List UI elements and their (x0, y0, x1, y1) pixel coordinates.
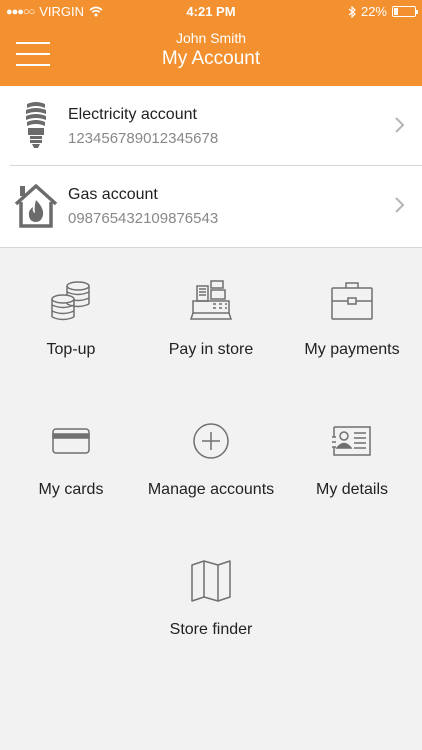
my-cards-tile[interactable]: My cards (1, 389, 141, 529)
plus-circle-icon (193, 423, 229, 459)
account-number: 098765432109876543 (68, 210, 219, 227)
actions-grid: Top-up Pay in store My payments My cards (0, 249, 422, 750)
account-number: 123456789012345678 (68, 130, 219, 147)
tile-label: Manage accounts (147, 481, 275, 498)
map-icon (191, 560, 231, 602)
nav-bar: John Smith My Account (0, 24, 422, 86)
my-details-tile[interactable]: My details (282, 389, 422, 529)
tile-label: My payments (304, 341, 400, 358)
lightbulb-icon (26, 102, 46, 148)
user-name: John Smith (175, 30, 247, 46)
accounts-list: Electricity account 123456789012345678 G… (0, 86, 422, 248)
account-name: Electricity account (68, 106, 197, 123)
tile-label: Top-up (46, 341, 96, 358)
tile-label: Pay in store (168, 341, 254, 358)
electricity-account-row[interactable]: Electricity account 123456789012345678 (0, 86, 422, 166)
id-card-icon (332, 426, 371, 456)
manage-accounts-tile[interactable]: Manage accounts (141, 389, 281, 529)
battery-icon (392, 6, 418, 17)
battery-fill (394, 8, 398, 15)
battery-percent: 22% (360, 4, 387, 19)
cash-register-icon (189, 280, 233, 320)
status-bar: ●●●○○ VIRGIN 4:21 PM 22% (0, 0, 422, 24)
page-title: My Account (161, 48, 261, 69)
gas-account-row[interactable]: Gas account 098765432109876543 (0, 166, 422, 246)
briefcase-icon (331, 282, 373, 320)
card-icon (52, 428, 90, 454)
chevron-right-icon (395, 117, 405, 133)
status-right: 22% (348, 4, 418, 19)
tile-label: My cards (38, 481, 104, 498)
pay-in-store-tile[interactable]: Pay in store (141, 249, 281, 389)
coins-icon (51, 281, 90, 321)
top-up-tile[interactable]: Top-up (1, 249, 141, 389)
gas-house-icon (14, 184, 58, 228)
store-finder-tile[interactable]: Store finder (141, 529, 281, 669)
tile-label: My details (315, 481, 389, 498)
tile-label: Store finder (169, 621, 253, 638)
account-name: Gas account (68, 186, 158, 203)
bluetooth-icon (348, 5, 356, 18)
my-payments-tile[interactable]: My payments (282, 249, 422, 389)
chevron-right-icon (395, 197, 405, 213)
